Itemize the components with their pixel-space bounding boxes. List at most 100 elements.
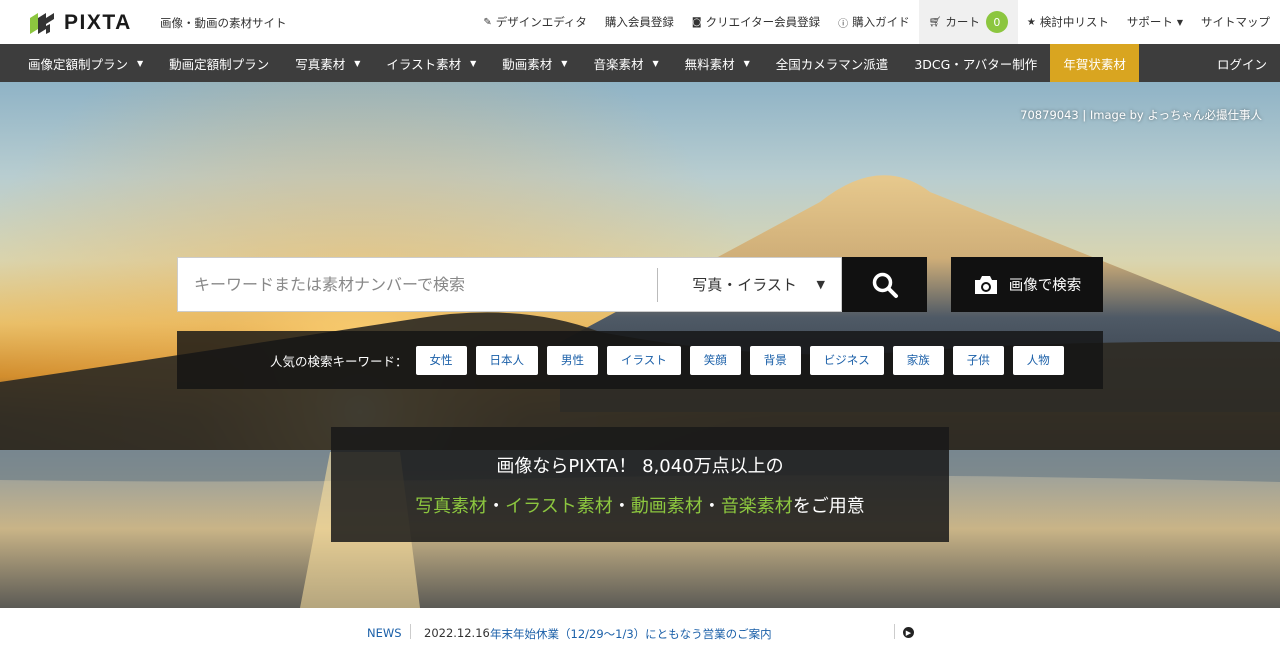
nav-item-music[interactable]: 音楽素材 ▼ (580, 44, 671, 82)
info-icon: ⓘ (838, 18, 849, 30)
nav-item-label: 無料素材 (684, 56, 735, 72)
purchase-guide-link[interactable]: ⓘ 購入ガイド (829, 0, 919, 44)
keyword-tag[interactable]: 家族 (892, 345, 944, 375)
nav-item-free[interactable]: 無料素材 ▼ (672, 44, 763, 82)
purchase-guide-label: 購入ガイド (852, 15, 910, 29)
support-label: サポート (1126, 15, 1173, 29)
nav-item-label: 年賀状素材 (1063, 56, 1126, 72)
cart-label: カート (945, 15, 980, 29)
cart-icon: 🛒︎ (928, 16, 942, 28)
news-date: 2022.12.16 (424, 626, 490, 640)
credit-separator: | (1082, 108, 1087, 122)
support-dropdown[interactable]: サポート ▼ (1118, 0, 1192, 44)
site-tagline: 画像・動画の素材サイト (160, 16, 287, 30)
material-type-select[interactable]: 写真・イラスト ▼ (658, 274, 841, 295)
keyword-tag[interactable]: ビジネス (809, 345, 884, 375)
buyer-register-label: 購入会員登録 (604, 15, 674, 29)
sitemap-link[interactable]: サイトマップ (1192, 0, 1280, 44)
credit-id: 70879043 (1020, 108, 1079, 122)
popular-keywords: 人気の検索キーワード： 女性 日本人 男性 イラスト 笑顔 背景 ビジネス 家族… (177, 331, 1103, 389)
promo-link-music[interactable]: 音楽素材 (721, 496, 793, 517)
popular-keywords-label: 人気の検索キーワード： (270, 353, 408, 369)
cart-button[interactable]: 🛒︎ カート 0 (918, 0, 1018, 44)
hero-section: 70879043 | Image by よっちゃん必撮仕事人 写真・イラスト ▼… (0, 82, 1280, 608)
news-divider (410, 624, 411, 639)
search-button[interactable] (842, 257, 927, 312)
promo-dot: ・ (612, 496, 631, 517)
promo-link-illustrations[interactable]: イラスト素材 (505, 496, 613, 517)
pixta-logo[interactable]: PIXTA (28, 10, 132, 36)
image-credit[interactable]: 70879043 | Image by よっちゃん必撮仕事人 (1020, 107, 1262, 123)
top-header: PIXTA 画像・動画の素材サイト ✎ デザインエディタ 購入会員登録 ◙ クリ… (0, 0, 1280, 44)
top-nav: ✎ デザインエディタ 購入会員登録 ◙ クリエイター会員登録 ⓘ 購入ガイド 🛒… (474, 0, 1280, 44)
caret-down-icon: ▼ (137, 58, 144, 68)
nav-item-label: イラスト素材 (386, 56, 462, 72)
image-search-label: 画像で検索 (1008, 278, 1082, 294)
favorites-link[interactable]: ★ 検討中リスト (1018, 0, 1118, 44)
keyword-tag[interactable]: 人物 (1012, 345, 1064, 375)
caret-down-icon: ▼ (816, 278, 825, 291)
nav-item-illustrations[interactable]: イラスト素材 ▼ (373, 44, 489, 82)
nav-item-videos[interactable]: 動画素材 ▼ (489, 44, 580, 82)
creator-register-link[interactable]: ◙ クリエイター会員登録 (683, 0, 829, 44)
design-editor-link[interactable]: ✎ デザインエディタ (474, 0, 596, 44)
design-editor-label: デザインエディタ (495, 15, 587, 29)
keyword-tag[interactable]: 笑顔 (689, 345, 741, 375)
promo-dot: ・ (702, 496, 721, 517)
keyword-tag[interactable]: 日本人 (475, 345, 539, 375)
search-box: 写真・イラスト ▼ (177, 257, 842, 312)
cart-count-badge: 0 (985, 11, 1008, 33)
camera-icon: ◙ (691, 16, 702, 28)
promo-link-videos[interactable]: 動画素材 (631, 496, 703, 517)
search-input[interactable] (178, 258, 658, 311)
creator-register-label: クリエイター会員登録 (705, 15, 821, 29)
logo-text: PIXTA (64, 11, 132, 34)
credit-text: Image by よっちゃん必撮仕事人 (1089, 108, 1262, 122)
promo-headline: 画像ならPIXTA！ 8,040万点以上の (496, 456, 784, 477)
star-icon: ★ (1026, 16, 1036, 28)
keyword-tag[interactable]: 背景 (749, 345, 801, 375)
nav-item-label: 画像定額制プラン (28, 56, 129, 72)
image-search-button[interactable]: 画像で検索 (951, 257, 1103, 312)
promo-suffix: をご用意 (792, 496, 865, 517)
keyword-tag[interactable]: 女性 (415, 345, 467, 375)
caret-down-icon: ▼ (743, 58, 750, 68)
nav-item-photos[interactable]: 写真素材 ▼ (282, 44, 373, 82)
nav-item-label: 写真素材 (295, 56, 346, 72)
category-nav: 画像定額制プラン ▼ 動画定額制プラン 写真素材 ▼ イラスト素材 ▼ 動画素材 ▼ 音… (0, 44, 1280, 82)
nav-item-new-year-cards[interactable]: 年賀状素材 (1050, 44, 1139, 82)
edit-icon: ✎ (483, 16, 492, 28)
nav-item-3dcg-avatar[interactable]: 3DCG・アバター制作 (901, 44, 1050, 82)
search-icon (872, 272, 898, 298)
promo-subline: 写真素材・イラスト素材・動画素材・音楽素材をご用意 (331, 492, 949, 518)
caret-down-icon: ▼ (354, 58, 361, 68)
pixta-logo-icon (30, 13, 54, 34)
caret-down-icon: ▼ (470, 58, 477, 68)
nav-item-label: 動画素材 (502, 56, 553, 72)
promo-banner: 画像ならPIXTA！ 8,040万点以上の 写真素材・イラスト素材・動画素材・音… (331, 427, 949, 542)
nav-item-label: 3DCG・アバター制作 (914, 56, 1038, 72)
nav-item-label: 音楽素材 (593, 56, 644, 72)
promo-dot: ・ (487, 496, 506, 517)
nav-item-label: 全国カメラマン派遣 (775, 56, 889, 72)
keyword-tag[interactable]: 男性 (547, 345, 599, 375)
news-title-link[interactable]: 年末年始休業（12/29〜1/3）にともなう営業のご案内 (490, 626, 772, 642)
login-link[interactable]: ログイン (1217, 44, 1267, 82)
keyword-tag[interactable]: イラスト (607, 345, 681, 375)
nav-item-image-subscription[interactable]: 画像定額制プラン ▼ (0, 44, 156, 82)
favorites-label: 検討中リスト (1039, 15, 1109, 29)
promo-link-photos[interactable]: 写真素材 (415, 496, 487, 517)
keyword-tag[interactable]: 子供 (952, 345, 1004, 375)
material-type-value: 写真・イラスト (692, 276, 797, 294)
news-divider (894, 624, 895, 639)
buyer-register-link[interactable]: 購入会員登録 (596, 0, 683, 44)
nav-item-label: 動画定額制プラン (169, 56, 270, 72)
sitemap-label: サイトマップ (1201, 15, 1270, 29)
news-bar: NEWS 2022.12.16 年末年始休業（12/29〜1/3）にともなう営業… (0, 608, 1280, 646)
news-label[interactable]: NEWS (367, 626, 402, 640)
nav-item-video-subscription[interactable]: 動画定額制プラン (156, 44, 282, 82)
caret-down-icon: ▼ (561, 58, 568, 68)
chevron-right-icon[interactable]: ▶ (903, 627, 914, 638)
nav-item-photographer-dispatch[interactable]: 全国カメラマン派遣 (763, 44, 902, 82)
chevron-down-icon: ▼ (1176, 17, 1183, 27)
